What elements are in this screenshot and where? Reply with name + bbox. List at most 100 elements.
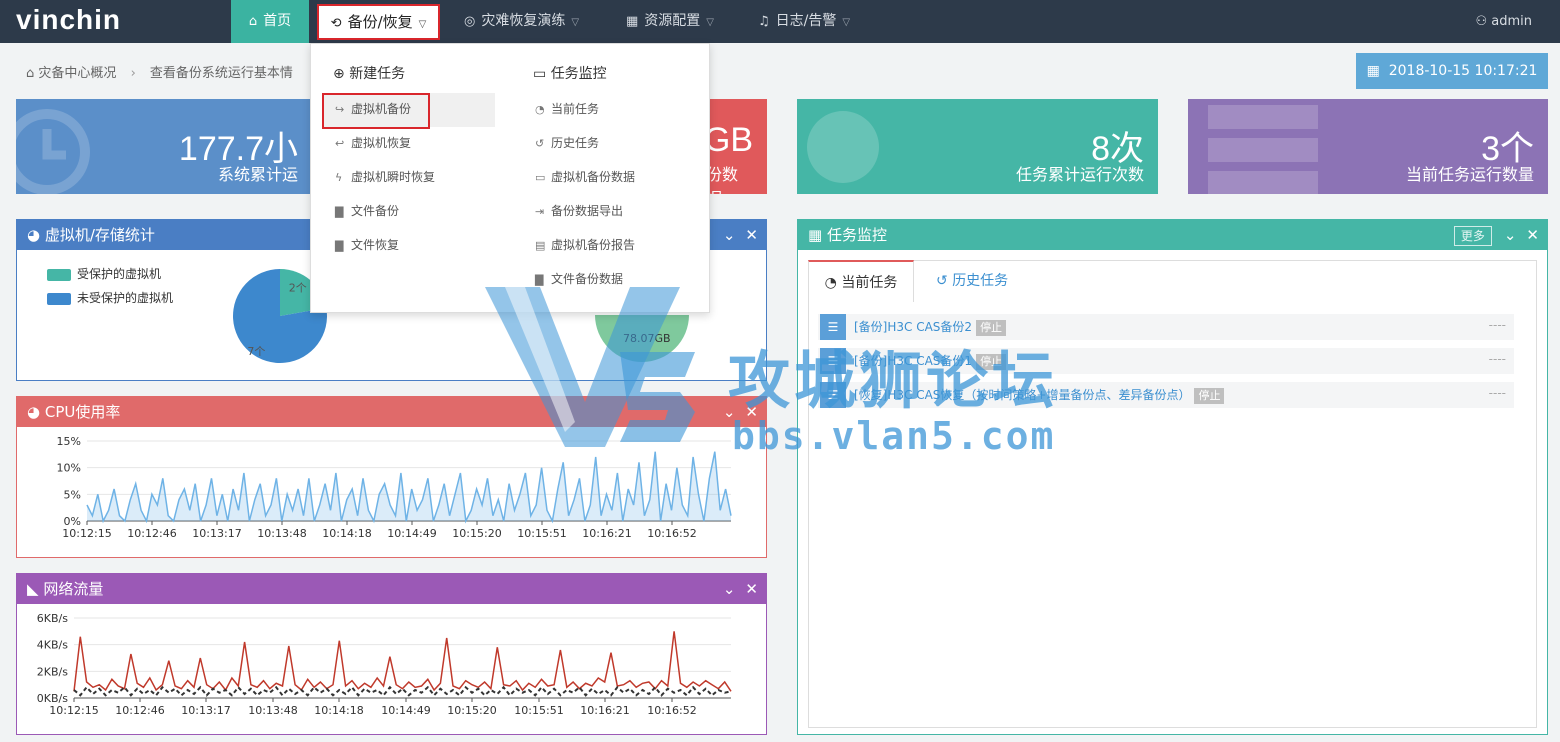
- legend-label: 未受保护的虚拟机: [77, 291, 174, 305]
- nav-home[interactable]: ⌂ 首页: [231, 0, 309, 43]
- x-tick-label: 10:16:21: [580, 704, 629, 717]
- x-tick-label: 10:16:52: [647, 527, 696, 540]
- legend-label: 受保护的虚拟机: [77, 267, 162, 281]
- panel-header: ▦ 任务监控 更多 ⌄ ✕: [798, 220, 1547, 250]
- x-tick-label: 10:13:48: [248, 704, 297, 717]
- breadcrumb-current: 查看备份系统运行基本情: [149, 66, 293, 81]
- close-icon[interactable]: ✕: [1526, 226, 1539, 244]
- task-time: ----: [1488, 386, 1506, 400]
- menu-label: 虚拟机备份数据: [551, 170, 636, 184]
- nav-resource-config[interactable]: ▦ 资源配置 ▽: [626, 0, 714, 43]
- newspaper-icon: ▤: [535, 239, 546, 252]
- legend-swatch: [47, 292, 71, 305]
- close-icon[interactable]: ✕: [745, 226, 758, 244]
- menu-item-vm-backup-report[interactable]: ▤ 虚拟机备份报告: [523, 229, 703, 263]
- datetime-badge: ▦ 2018-10-15 10:17:21: [1356, 53, 1548, 89]
- nav-log-alarm[interactable]: ♫ 日志/告警 ▽: [758, 0, 850, 43]
- menu-item-vm-restore[interactable]: ↩ 虚拟机恢复: [323, 127, 495, 161]
- task-icon: ☰: [820, 314, 846, 340]
- nav-backup-restore[interactable]: ⟲ 备份/恢复 ▽: [317, 4, 440, 40]
- bolt-icon: ϟ: [335, 171, 343, 184]
- collapse-icon[interactable]: ⌄: [723, 580, 736, 598]
- close-icon[interactable]: ✕: [745, 403, 758, 421]
- dropdown-col-new-task: ⊕ 新建任务 ↪ 虚拟机备份 ↩ 虚拟机恢复 ϟ 虚拟机瞬时恢复 ▇ 文件备份 ▇ 文件恢…: [322, 44, 495, 263]
- chevron-down-icon: ▽: [418, 19, 427, 30]
- menu-item-history-tasks[interactable]: ↺ 历史任务: [523, 127, 703, 161]
- user-menu[interactable]: ⚇ admin: [1475, 0, 1532, 43]
- task-list: ☰ [备份]H3C CAS备份2 停止 ---- ☰ [备份]H3C CAS备份1…: [818, 314, 1514, 416]
- menu-label: 文件备份: [351, 204, 400, 218]
- refresh-icon: ⟲: [330, 16, 342, 31]
- x-tick-label: 10:12:15: [49, 704, 98, 717]
- home-icon: ⌂: [248, 14, 258, 29]
- menu-label: 虚拟机备份: [351, 102, 412, 116]
- network-chart: 6KB/s4KB/s2KB/s0KB/s10:12:15 10:12:46 10:1…: [37, 612, 732, 717]
- x-tick-label: 10:16:52: [647, 704, 696, 717]
- server-icon: [1208, 105, 1318, 194]
- stat-runtime-label: 系统累计运: [217, 165, 298, 184]
- task-name[interactable]: [备份]H3C CAS备份2: [854, 320, 972, 334]
- task-row[interactable]: ☰ [备份]H3C CAS备份2 停止 ----: [818, 314, 1514, 340]
- menu-item-vm-instant-restore[interactable]: ϟ 虚拟机瞬时恢复: [323, 161, 495, 195]
- stat-running-tasks: 3个 当前任务运行数量: [1188, 99, 1548, 194]
- logo: vinchin: [16, 4, 122, 35]
- grid-icon: ▦: [626, 14, 639, 29]
- task-name[interactable]: [恢复]H3C CAS恢复（按时间策略+增量备份点、差异备份点）: [854, 388, 1190, 402]
- stat-runs-label: 任务累计运行次数: [1015, 165, 1144, 184]
- nav-dr-drill[interactable]: ◎ 灾难恢复演练 ▽: [464, 0, 579, 43]
- tab-current-tasks[interactable]: ◔ 当前任务: [808, 260, 914, 302]
- menu-item-file-restore[interactable]: ▇ 文件恢复: [323, 229, 495, 263]
- backup-restore-dropdown: ⊕ 新建任务 ↪ 虚拟机备份 ↩ 虚拟机恢复 ϟ 虚拟机瞬时恢复 ▇ 文件备份 ▇ 文件恢…: [310, 43, 710, 313]
- plus-circle-icon: ⊕: [333, 66, 345, 82]
- collapse-icon[interactable]: ⌄: [1504, 226, 1517, 244]
- task-row[interactable]: ☰ [恢复]H3C CAS恢复（按时间策略+增量备份点、差异备份点） 停止 ---…: [818, 382, 1514, 408]
- tab-history-tasks[interactable]: ↺ 历史任务: [936, 260, 1008, 302]
- menu-item-file-backup-data[interactable]: ▇ 文件备份数据: [523, 263, 703, 297]
- history-icon: ↺: [936, 273, 948, 289]
- menu-item-vm-backup-data[interactable]: ▭ 虚拟机备份数据: [523, 161, 703, 195]
- menu-item-current-tasks[interactable]: ◔ 当前任务: [523, 93, 703, 127]
- close-icon[interactable]: ✕: [745, 580, 758, 598]
- dashboard-icon: ◔: [535, 103, 545, 116]
- menu-label: 虚拟机备份报告: [551, 238, 636, 252]
- nav-home-label: 首页: [263, 13, 292, 29]
- menu-item-backup-export[interactable]: ⇥ 备份数据导出: [523, 195, 703, 229]
- collapse-icon[interactable]: ⌄: [723, 226, 736, 244]
- menu-item-file-backup[interactable]: ▇ 文件备份: [323, 195, 495, 229]
- menu-item-vm-backup[interactable]: ↪ 虚拟机备份: [322, 93, 495, 129]
- collapse-icon[interactable]: ⌄: [723, 403, 736, 421]
- user-icon: ⚇: [1475, 14, 1488, 29]
- series-area: [87, 451, 731, 521]
- breadcrumb-home[interactable]: 灾备中心概况: [38, 66, 116, 81]
- menu-label: 历史任务: [551, 136, 600, 150]
- file-icon: ▇: [335, 239, 344, 252]
- x-tick-label: 10:13:17: [192, 527, 241, 540]
- x-tick-label: 10:12:46: [115, 704, 164, 717]
- more-button[interactable]: 更多: [1453, 226, 1492, 246]
- storage-pie-label: 78.07GB: [623, 332, 671, 345]
- task-name[interactable]: [备份]H3C CAS备份1: [854, 354, 972, 368]
- home-icon: ⌂: [26, 66, 35, 81]
- menu-label: 虚拟机恢复: [351, 136, 412, 150]
- status-badge: 停止: [1194, 388, 1225, 404]
- bell-icon: ♫: [758, 14, 770, 29]
- share-icon: ↪: [335, 103, 345, 116]
- task-row[interactable]: ☰ [备份]H3C CAS备份1 停止 ----: [818, 348, 1514, 374]
- menu-label: 虚拟机瞬时恢复: [351, 170, 436, 184]
- panel-header: ◕ CPU使用率 ⌄ ✕: [17, 397, 766, 427]
- monitor-icon: ▭: [535, 171, 546, 184]
- panel-header: ◣ 网络流量 ⌄ ✕: [17, 574, 766, 604]
- task-icon: ☰: [820, 348, 846, 374]
- calendar-icon: ▦: [808, 226, 823, 244]
- nav-backup-label: 备份/恢复: [347, 13, 413, 31]
- menu-label: 文件恢复: [351, 238, 400, 252]
- y-tick-label: 4KB/s: [37, 639, 68, 652]
- stat-backup-label: 份数据: [706, 165, 739, 194]
- nav-resource-label: 资源配置: [644, 13, 701, 29]
- x-tick-label: 10:14:49: [387, 527, 436, 540]
- menu-label: 文件备份数据: [551, 272, 624, 286]
- y-tick-label: 15%: [57, 435, 81, 448]
- panel-cpu: ◕ CPU使用率 ⌄ ✕ 15% 10% 5% 0% 10:12:15 10:12:46 10…: [16, 396, 767, 558]
- x-tick-label: 10:15:51: [517, 527, 566, 540]
- laptop-icon: ▭: [533, 66, 547, 82]
